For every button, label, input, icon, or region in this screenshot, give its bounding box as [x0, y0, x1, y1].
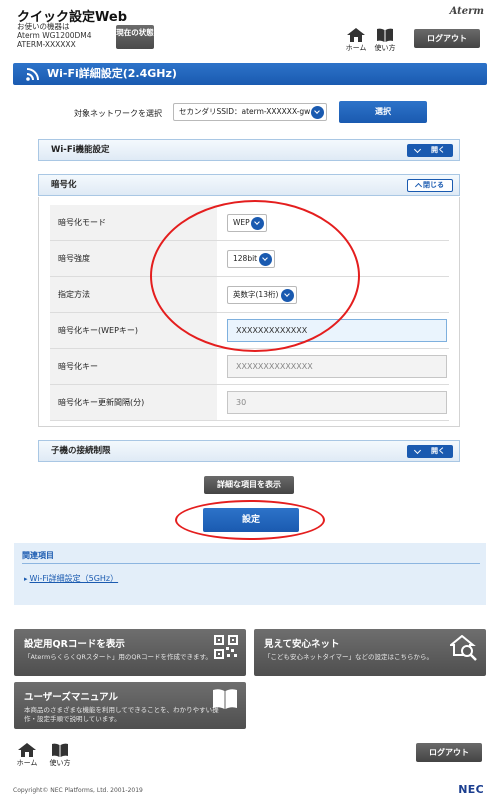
device-name: ATERM-XXXXXX [17, 40, 76, 49]
connection-limit-open-button[interactable]: 開く [407, 445, 453, 458]
method-select[interactable]: 英数字(13桁) [227, 286, 297, 304]
set-button[interactable]: 設定 [203, 508, 299, 532]
wifi-icon [26, 68, 39, 81]
nec-logo: NEC [458, 783, 484, 796]
network-select-button[interactable]: 選択 [339, 101, 427, 123]
book-icon [52, 743, 68, 757]
page-title: Wi-Fi詳細設定(2.4GHz) [47, 67, 177, 80]
row-wep-key: 暗号化キー(WEPキー) XXXXXXXXXXXXX [50, 313, 449, 349]
chevron-down-icon [413, 446, 422, 455]
section-connection-limit: 子機の接続制限 開く [38, 440, 460, 462]
tile-safety-title: 見えて安心ネット [264, 639, 340, 650]
row-encryption-mode: 暗号化モード WEP [50, 205, 449, 241]
network-selected-value: セカンダリSSID：aterm-XXXXXX-gw [179, 107, 311, 116]
encryption-mode-label: 暗号化モード [50, 205, 217, 240]
row-key: 暗号化キー XXXXXXXXXXXXXX [50, 349, 449, 385]
interval-input: 30 [227, 391, 447, 414]
house-search-icon [450, 635, 477, 661]
tile-qr-desc: 「AtermらくらくQRスタート」用のQRコードを作成できます。 [24, 653, 212, 661]
help-label: 使い方 [374, 44, 396, 52]
row-method: 指定方法 英数字(13桁) [50, 277, 449, 313]
tile-manual-desc: 本商品のさまざまな機能を利用してできることを、わかりやすい操作・設定手順で説明し… [24, 706, 219, 723]
current-status-button[interactable]: 現在の状態 [116, 25, 154, 49]
tile-safety-desc: 「こども安心ネットタイマー」などの設定はこちらから。 [264, 653, 433, 661]
device-model: Aterm WG1200DM4 [17, 31, 92, 40]
related-link-wifi-5ghz[interactable]: Wi-Fi詳細設定（5GHz） [24, 573, 119, 584]
aterm-logo: Aterm [449, 6, 484, 17]
tile-user-manual[interactable]: ユーザーズマニュアル 本商品のさまざまな機能を利用してできることを、わかりやすい… [14, 682, 246, 729]
help-link-footer[interactable]: 使い方 [49, 743, 71, 768]
chevron-down-icon [413, 145, 422, 154]
strength-select[interactable]: 128bit [227, 250, 275, 268]
section-wifi-function-label: Wi-Fi機能設定 [51, 145, 110, 155]
section-encryption-label: 暗号化 [51, 180, 77, 190]
tile-manual-title: ユーザーズマニュアル [24, 692, 119, 703]
copyright: Copyright© NEC Platforms, Ltd. 2001-2019 [13, 787, 143, 794]
strength-label: 暗号強度 [50, 241, 217, 276]
encryption-mode-value: WEP [233, 218, 250, 227]
book-icon [213, 689, 237, 709]
chevron-down-icon [259, 253, 272, 266]
key-label: 暗号化キー [50, 349, 217, 384]
strength-value: 128bit [233, 254, 258, 263]
home-icon [18, 743, 36, 757]
key-input: XXXXXXXXXXXXXX [227, 355, 447, 378]
row-interval: 暗号化キー更新間隔(分) 30 [50, 385, 449, 421]
home-icon [347, 28, 365, 42]
network-select[interactable]: セカンダリSSID：aterm-XXXXXX-gw [173, 103, 327, 121]
device-caption: お使いの機器は [17, 22, 70, 31]
chevron-down-icon [311, 106, 324, 119]
encryption-close-button[interactable]: 閉じる [407, 179, 453, 192]
tile-safety-net[interactable]: 見えて安心ネット 「こども安心ネットタイマー」などの設定はこちらから。 [254, 629, 486, 676]
tile-qr-title: 設定用QRコードを表示 [24, 639, 125, 650]
header: クイック設定Web お使いの機器は Aterm WG1200DM4 ATERM-… [0, 0, 500, 56]
book-icon [377, 28, 393, 42]
page-title-bar: Wi-Fi詳細設定(2.4GHz) [13, 63, 487, 85]
home-label: ホーム [345, 44, 367, 52]
wifi-function-open-button[interactable]: 開く [407, 144, 453, 157]
home-link-footer[interactable]: ホーム [16, 743, 38, 768]
chevron-down-icon [281, 289, 294, 302]
encryption-panel: 暗号化モード WEP 暗号強度 128bit 指定方法 英数字(13桁) 暗号化… [38, 197, 460, 427]
section-wifi-function: Wi-Fi機能設定 開く [38, 139, 460, 161]
device-info: お使いの機器は Aterm WG1200DM4 ATERM-XXXXXX [17, 22, 92, 49]
method-value: 英数字(13桁) [233, 290, 279, 299]
chevron-up-icon [414, 182, 423, 191]
row-strength: 暗号強度 128bit [50, 241, 449, 277]
related-divider [22, 563, 480, 564]
logout-button-bottom[interactable]: ログアウト [416, 743, 482, 762]
related-section: 関連項目 Wi-Fi詳細設定（5GHz） [14, 543, 486, 605]
encryption-mode-select[interactable]: WEP [227, 214, 267, 232]
logout-button-top[interactable]: ログアウト [414, 29, 480, 48]
method-label: 指定方法 [50, 277, 217, 312]
tile-qr-code[interactable]: 設定用QRコードを表示 「AtermらくらくQRスタート」用のQRコードを作成で… [14, 629, 246, 676]
network-select-label: 対象ネットワークを選択 [74, 109, 162, 118]
show-detail-button[interactable]: 詳細な項目を表示 [204, 476, 294, 494]
related-heading: 関連項目 [22, 551, 54, 560]
chevron-down-icon [251, 217, 264, 230]
help-label-footer: 使い方 [49, 759, 71, 767]
interval-label: 暗号化キー更新間隔(分) [50, 385, 217, 420]
home-link[interactable]: ホーム [345, 28, 367, 53]
wep-key-input[interactable]: XXXXXXXXXXXXX [227, 319, 447, 342]
section-connection-limit-label: 子機の接続制限 [51, 446, 111, 456]
help-link[interactable]: 使い方 [374, 28, 396, 53]
home-label-footer: ホーム [16, 759, 38, 767]
section-encryption: 暗号化 閉じる [38, 174, 460, 196]
wep-key-label: 暗号化キー(WEPキー) [50, 313, 217, 348]
qr-code-icon [214, 635, 238, 659]
